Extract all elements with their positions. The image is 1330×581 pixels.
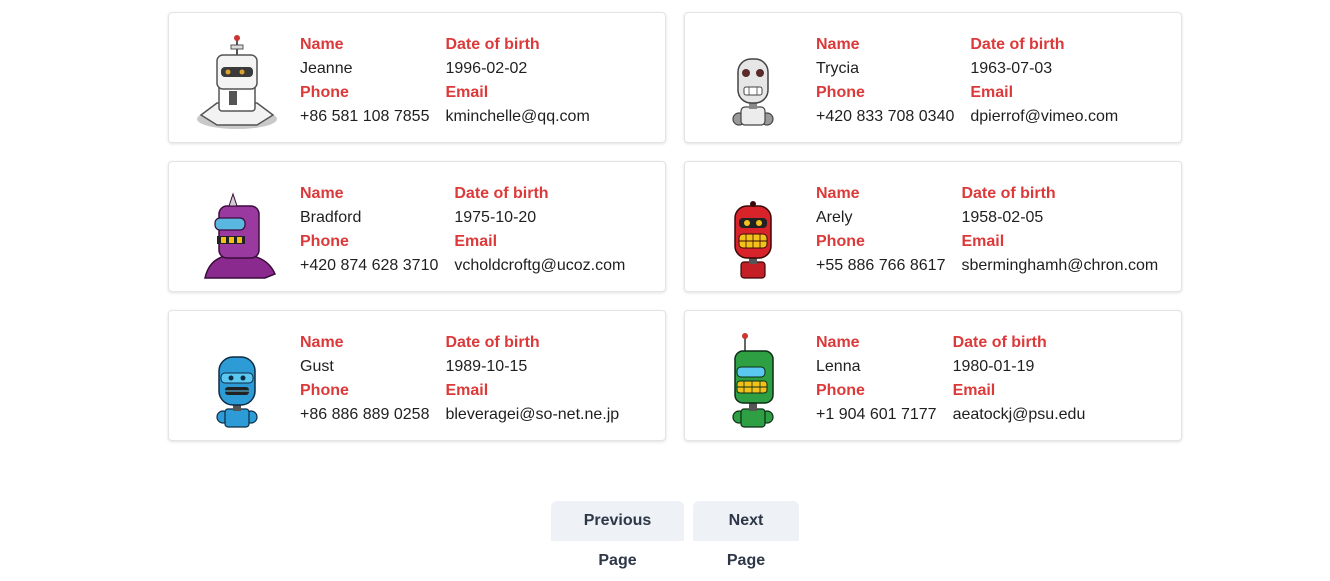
dob-label: Date of birth bbox=[454, 185, 549, 202]
phone-value: +1 904 601 7177 bbox=[816, 406, 937, 423]
red-robot-icon bbox=[734, 201, 772, 279]
phone-value: +420 833 708 0340 bbox=[816, 108, 955, 125]
user-fields: Name Date of birth Trycia 1963-07-03 Pho… bbox=[816, 33, 1118, 129]
email-value: aeatockj@psu.edu bbox=[952, 406, 1086, 423]
user-fields: Name Date of birth Arely 1958-02-05 Phon… bbox=[816, 182, 1158, 278]
name-label: Name bbox=[816, 185, 860, 202]
name-label: Name bbox=[300, 36, 344, 53]
user-card: Name Date of birth Trycia 1963-07-03 Pho… bbox=[684, 12, 1182, 143]
name-label: Name bbox=[816, 36, 860, 53]
phone-label: Phone bbox=[300, 84, 349, 101]
dob-label: Date of birth bbox=[970, 36, 1065, 53]
phone-label: Phone bbox=[816, 84, 865, 101]
user-card: Name Date of birth Lenna 1980-01-19 Phon… bbox=[684, 310, 1182, 441]
name-label: Name bbox=[300, 334, 344, 351]
name-value: Bradford bbox=[300, 209, 362, 226]
green-robot-icon bbox=[732, 333, 774, 428]
email-value: bleveragei@so-net.ne.jp bbox=[445, 406, 620, 423]
name-value: Lenna bbox=[816, 358, 861, 375]
phone-label: Phone bbox=[300, 233, 349, 250]
dob-value: 1989-10-15 bbox=[445, 358, 528, 375]
user-fields: Name Date of birth Lenna 1980-01-19 Phon… bbox=[816, 331, 1085, 427]
name-label: Name bbox=[816, 334, 860, 351]
email-value: dpierrof@vimeo.com bbox=[970, 108, 1119, 125]
user-fields: Name Date of birth Gust 1989-10-15 Phone… bbox=[300, 331, 619, 427]
user-card: Name Date of birth Gust 1989-10-15 Phone… bbox=[168, 310, 666, 441]
email-label: Email bbox=[445, 382, 489, 399]
purple-robot-icon bbox=[204, 192, 276, 279]
next-page-label: Next Page bbox=[726, 512, 766, 569]
phone-value: +86 581 108 7855 bbox=[300, 108, 430, 125]
email-value: sberminghamh@chron.com bbox=[961, 257, 1159, 274]
dob-value: 1963-07-03 bbox=[970, 60, 1053, 77]
email-label: Email bbox=[952, 382, 996, 399]
dob-label: Date of birth bbox=[961, 185, 1056, 202]
previous-page-button[interactable]: Previous Page bbox=[551, 501, 684, 569]
dob-value: 1996-02-02 bbox=[445, 60, 528, 77]
user-card-grid: Name Date of birth Jeanne 1996-02-02 Pho… bbox=[168, 12, 1183, 441]
email-label: Email bbox=[445, 84, 489, 101]
user-fields: Name Date of birth Jeanne 1996-02-02 Pho… bbox=[300, 33, 590, 129]
phone-label: Phone bbox=[816, 382, 865, 399]
phone-value: +420 874 628 3710 bbox=[300, 257, 439, 274]
previous-page-label: Previous Page bbox=[583, 512, 652, 569]
user-card: Name Date of birth Bradford 1975-10-20 P… bbox=[168, 161, 666, 292]
next-page-button[interactable]: Next Page bbox=[693, 501, 799, 569]
pagination: Previous Page Next Page bbox=[551, 501, 799, 569]
dob-label: Date of birth bbox=[952, 334, 1047, 351]
email-label: Email bbox=[454, 233, 498, 250]
dob-value: 1975-10-20 bbox=[454, 209, 537, 226]
dob-label: Date of birth bbox=[445, 36, 540, 53]
name-value: Gust bbox=[300, 358, 334, 375]
email-label: Email bbox=[961, 233, 1005, 250]
dob-value: 1958-02-05 bbox=[961, 209, 1044, 226]
email-label: Email bbox=[970, 84, 1014, 101]
phone-value: +86 886 889 0258 bbox=[300, 406, 430, 423]
name-value: Trycia bbox=[816, 60, 859, 77]
dob-value: 1980-01-19 bbox=[952, 358, 1035, 375]
dob-label: Date of birth bbox=[445, 334, 540, 351]
name-value: Jeanne bbox=[300, 60, 353, 77]
email-value: vcholdcroftg@ucoz.com bbox=[454, 257, 626, 274]
phone-value: +55 886 766 8617 bbox=[816, 257, 946, 274]
user-card: Name Date of birth Arely 1958-02-05 Phon… bbox=[684, 161, 1182, 292]
phone-label: Phone bbox=[816, 233, 865, 250]
email-value: kminchelle@qq.com bbox=[445, 108, 590, 125]
user-card: Name Date of birth Jeanne 1996-02-02 Pho… bbox=[168, 12, 666, 143]
name-value: Arely bbox=[816, 209, 853, 226]
blue-robot-icon bbox=[216, 356, 258, 428]
grey-robot-icon bbox=[732, 58, 774, 126]
white-robot-icon bbox=[197, 35, 277, 129]
name-label: Name bbox=[300, 185, 344, 202]
phone-label: Phone bbox=[300, 382, 349, 399]
user-fields: Name Date of birth Bradford 1975-10-20 P… bbox=[300, 182, 625, 278]
